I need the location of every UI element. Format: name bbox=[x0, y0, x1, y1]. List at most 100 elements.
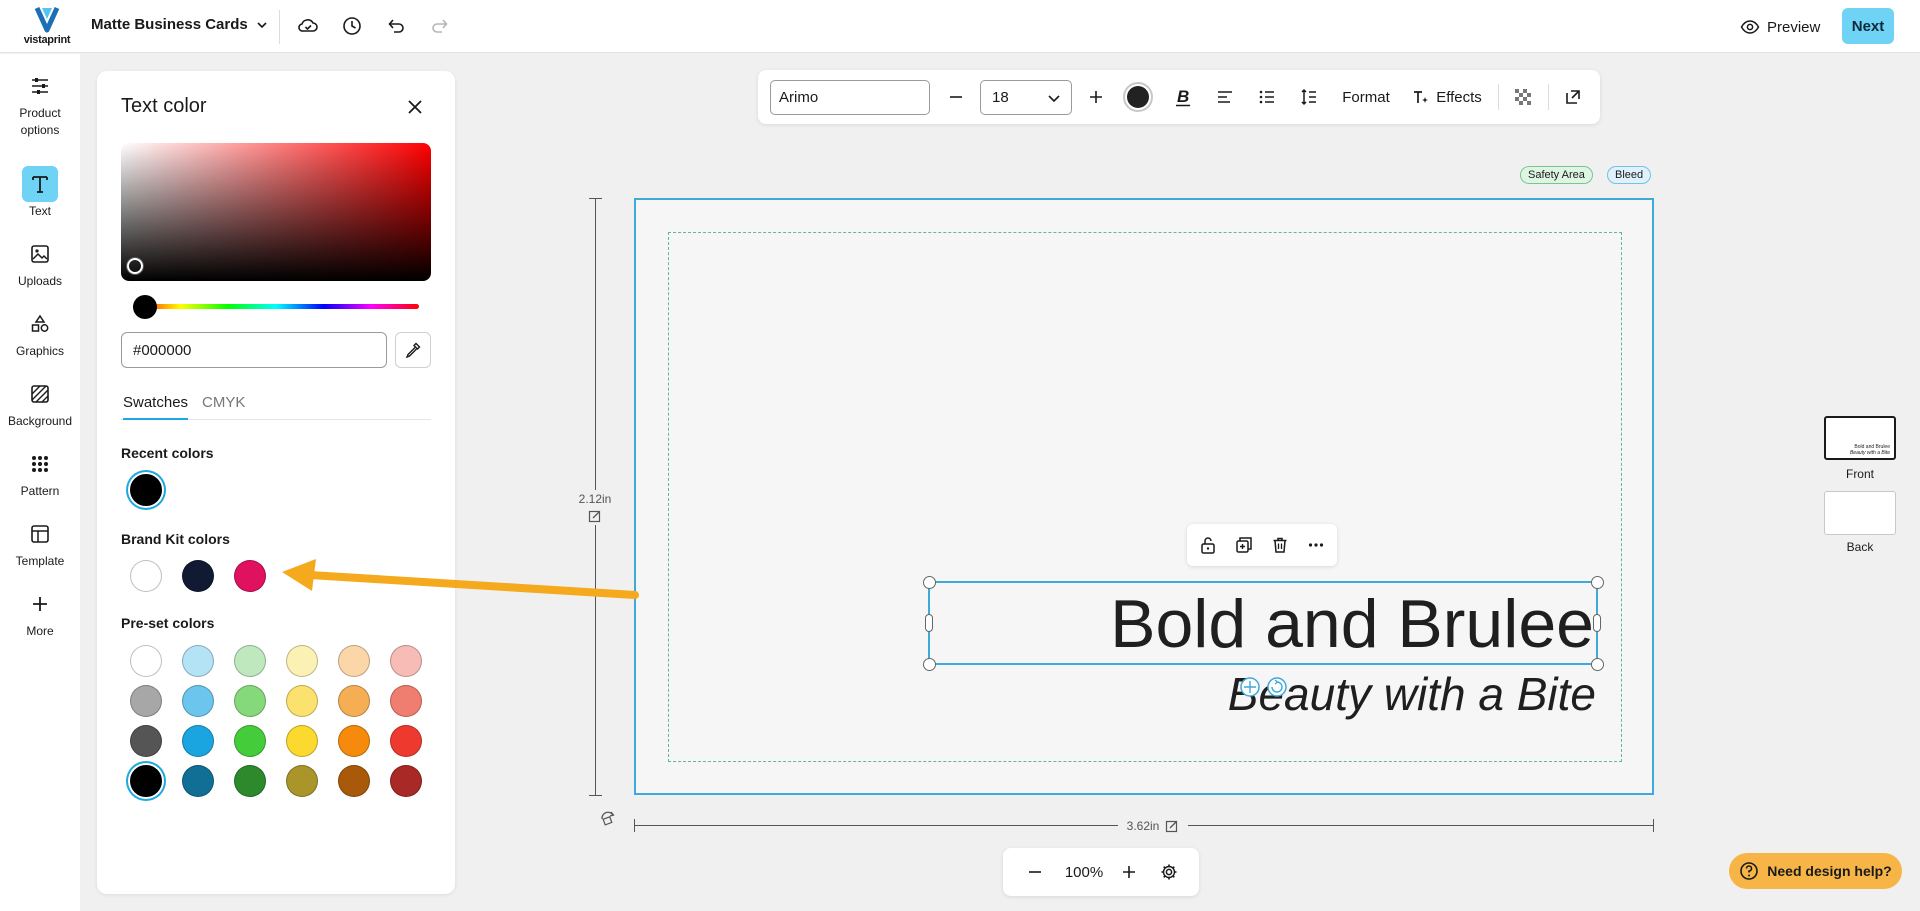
saturation-value-picker[interactable] bbox=[121, 143, 431, 281]
undo-button[interactable] bbox=[383, 13, 409, 39]
text-icon bbox=[22, 166, 58, 202]
preset-color-swatch[interactable] bbox=[130, 765, 162, 797]
preset-color-swatch[interactable] bbox=[182, 685, 214, 717]
brand-color-swatch[interactable] bbox=[130, 560, 162, 592]
rail-item-product-options[interactable]: Product options bbox=[0, 68, 80, 139]
vistaprint-logo[interactable]: vistaprint bbox=[22, 6, 72, 48]
help-icon bbox=[1740, 862, 1759, 880]
preset-color-swatch[interactable] bbox=[286, 725, 318, 757]
preset-color-swatch[interactable] bbox=[130, 645, 162, 677]
grid-dots-icon bbox=[22, 446, 58, 482]
brand-color-swatch[interactable] bbox=[182, 560, 214, 592]
duplicate-button[interactable] bbox=[1232, 533, 1256, 557]
page-thumb-back[interactable] bbox=[1824, 491, 1896, 535]
safety-area-tag[interactable]: Safety Area bbox=[1520, 166, 1593, 184]
tab-cmyk[interactable]: CMYK bbox=[202, 394, 245, 420]
width-dimension[interactable]: 3.62in bbox=[1118, 817, 1188, 835]
project-title-dropdown[interactable]: Matte Business Cards bbox=[91, 16, 268, 33]
preset-color-swatch[interactable] bbox=[286, 765, 318, 797]
tagline-text[interactable]: Beauty with a Bite bbox=[1100, 664, 1596, 724]
preset-color-swatch[interactable] bbox=[338, 685, 370, 717]
preset-color-swatch[interactable] bbox=[286, 685, 318, 717]
list-button[interactable] bbox=[1254, 84, 1280, 110]
zoom-level[interactable]: 100% bbox=[1061, 860, 1107, 884]
rail-item-background[interactable]: Background bbox=[0, 376, 80, 430]
preset-color-swatch[interactable] bbox=[390, 685, 422, 717]
preset-color-swatch[interactable] bbox=[390, 725, 422, 757]
text-color-button[interactable] bbox=[1122, 82, 1154, 112]
preset-color-swatch[interactable] bbox=[234, 685, 266, 717]
recent-color-swatch[interactable] bbox=[130, 474, 162, 506]
brand-color-swatch[interactable] bbox=[234, 560, 266, 592]
resize-handle[interactable] bbox=[923, 576, 936, 589]
resize-handle[interactable] bbox=[923, 658, 936, 671]
effects-button[interactable]: Effects bbox=[1410, 84, 1484, 110]
preset-color-swatch[interactable] bbox=[182, 765, 214, 797]
preset-color-swatch[interactable] bbox=[130, 725, 162, 757]
dimension-cap bbox=[589, 795, 602, 796]
bleed-tag[interactable]: Bleed bbox=[1607, 166, 1652, 184]
close-button[interactable] bbox=[403, 95, 427, 119]
preset-color-swatch[interactable] bbox=[182, 645, 214, 677]
more-options-button[interactable] bbox=[1304, 533, 1328, 557]
height-dimension[interactable]: 2.12in bbox=[576, 490, 614, 525]
bold-button[interactable]: B bbox=[1170, 84, 1196, 110]
hue-slider-handle[interactable] bbox=[133, 295, 157, 319]
eyedropper-button[interactable] bbox=[395, 332, 431, 368]
preset-color-swatch[interactable] bbox=[338, 645, 370, 677]
cloud-save-button[interactable] bbox=[295, 13, 321, 39]
cloud-save-icon bbox=[298, 19, 318, 32]
font-size-select[interactable]: 18 bbox=[980, 80, 1072, 115]
preset-color-swatch[interactable] bbox=[182, 725, 214, 757]
rail-item-template[interactable]: Template bbox=[0, 516, 80, 570]
resize-handle[interactable] bbox=[1593, 614, 1601, 632]
resize-handle[interactable] bbox=[1591, 576, 1604, 589]
redo-button[interactable] bbox=[427, 13, 453, 39]
line-spacing-button[interactable] bbox=[1296, 84, 1322, 110]
decrease-size-button[interactable] bbox=[944, 84, 968, 110]
resize-handle[interactable] bbox=[925, 614, 933, 632]
zoom-in-button[interactable] bbox=[1117, 860, 1141, 884]
element-context-toolbar bbox=[1187, 524, 1337, 566]
move-rotate-controls[interactable] bbox=[1239, 676, 1289, 698]
canvas-settings-button[interactable] bbox=[1157, 860, 1181, 884]
current-color-swatch bbox=[1127, 86, 1149, 108]
preset-color-swatch[interactable] bbox=[234, 765, 266, 797]
zoom-out-button[interactable] bbox=[1023, 860, 1047, 884]
next-button[interactable]: Next bbox=[1842, 8, 1894, 44]
font-family-select[interactable]: Arimo bbox=[770, 80, 930, 115]
color-picker-handle[interactable] bbox=[127, 258, 143, 274]
format-button[interactable]: Format bbox=[1338, 84, 1394, 110]
rail-label: Graphics bbox=[15, 344, 65, 358]
delete-button[interactable] bbox=[1268, 533, 1292, 557]
hex-input[interactable] bbox=[121, 332, 387, 368]
increase-size-button[interactable] bbox=[1084, 84, 1108, 110]
unlock-button[interactable] bbox=[1196, 533, 1220, 557]
tab-swatches[interactable]: Swatches bbox=[123, 394, 189, 420]
preset-color-swatch[interactable] bbox=[390, 645, 422, 677]
rail-item-uploads[interactable]: Uploads bbox=[0, 236, 80, 290]
need-design-help-button[interactable]: Need design help? bbox=[1729, 853, 1902, 889]
rail-label: Template bbox=[15, 554, 65, 568]
hue-slider[interactable] bbox=[133, 304, 419, 309]
arrange-button[interactable] bbox=[1560, 84, 1586, 110]
history-button[interactable] bbox=[339, 13, 365, 39]
preset-color-swatch[interactable] bbox=[130, 685, 162, 717]
preset-color-swatch[interactable] bbox=[338, 725, 370, 757]
preset-color-swatch[interactable] bbox=[234, 645, 266, 677]
preset-color-swatch[interactable] bbox=[286, 645, 318, 677]
rail-item-pattern[interactable]: Pattern bbox=[0, 446, 80, 500]
rail-label: Pattern bbox=[20, 484, 60, 498]
preset-color-swatch[interactable] bbox=[338, 765, 370, 797]
page-thumb-front[interactable]: Bold and Brulee Beauty with a Bite bbox=[1824, 416, 1896, 460]
rail-item-more[interactable]: More bbox=[0, 586, 80, 640]
preview-button[interactable]: Preview bbox=[1740, 14, 1820, 40]
rail-item-text[interactable]: Text bbox=[0, 166, 80, 220]
edit-icon bbox=[1166, 820, 1178, 833]
preset-color-swatch[interactable] bbox=[234, 725, 266, 757]
preset-color-swatch[interactable] bbox=[390, 765, 422, 797]
rotate-canvas-icon[interactable] bbox=[599, 809, 617, 827]
align-button[interactable] bbox=[1212, 84, 1238, 110]
transparency-button[interactable] bbox=[1510, 84, 1536, 110]
rail-item-graphics[interactable]: Graphics bbox=[0, 306, 80, 360]
